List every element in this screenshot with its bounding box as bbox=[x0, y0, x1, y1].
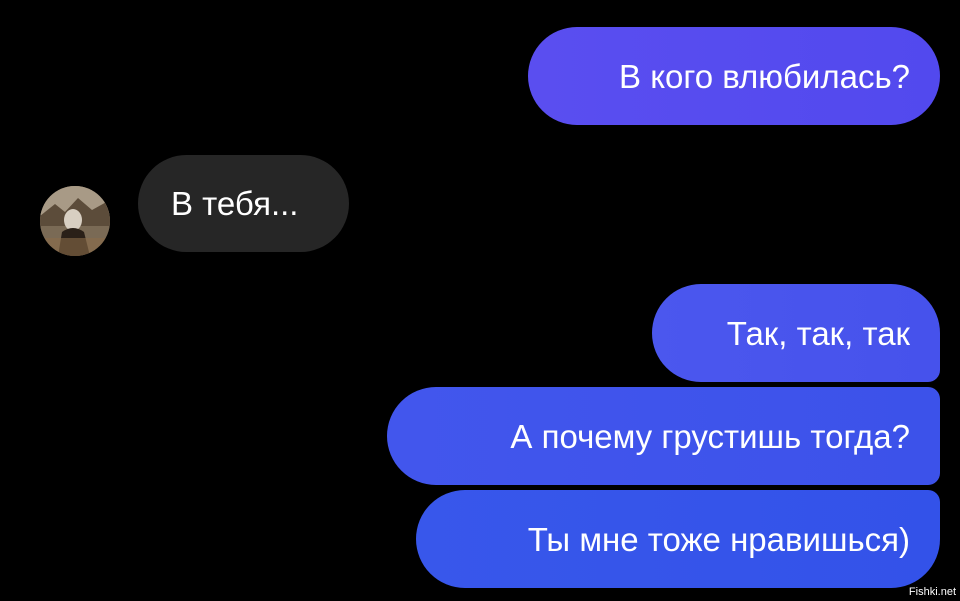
message-text: Ты мне тоже нравишься) bbox=[527, 520, 910, 558]
message-text: А почему грустишь тогда? bbox=[510, 417, 910, 455]
message-text: В кого влюбилась? bbox=[619, 57, 910, 95]
avatar[interactable] bbox=[40, 186, 110, 256]
avatar-image bbox=[40, 186, 110, 256]
message-bubble-outgoing[interactable]: В кого влюбилась? bbox=[528, 27, 940, 125]
watermark: Fishki.net bbox=[908, 586, 956, 598]
message-text: В тебя... bbox=[171, 185, 299, 222]
message-bubble-outgoing[interactable]: Так, так, так bbox=[652, 284, 940, 382]
message-bubble-outgoing[interactable]: Ты мне тоже нравишься) bbox=[416, 490, 940, 588]
message-bubble-incoming[interactable]: В тебя... bbox=[138, 155, 349, 252]
message-bubble-outgoing[interactable]: А почему грустишь тогда? bbox=[387, 387, 940, 485]
message-text: Так, так, так bbox=[726, 314, 910, 352]
